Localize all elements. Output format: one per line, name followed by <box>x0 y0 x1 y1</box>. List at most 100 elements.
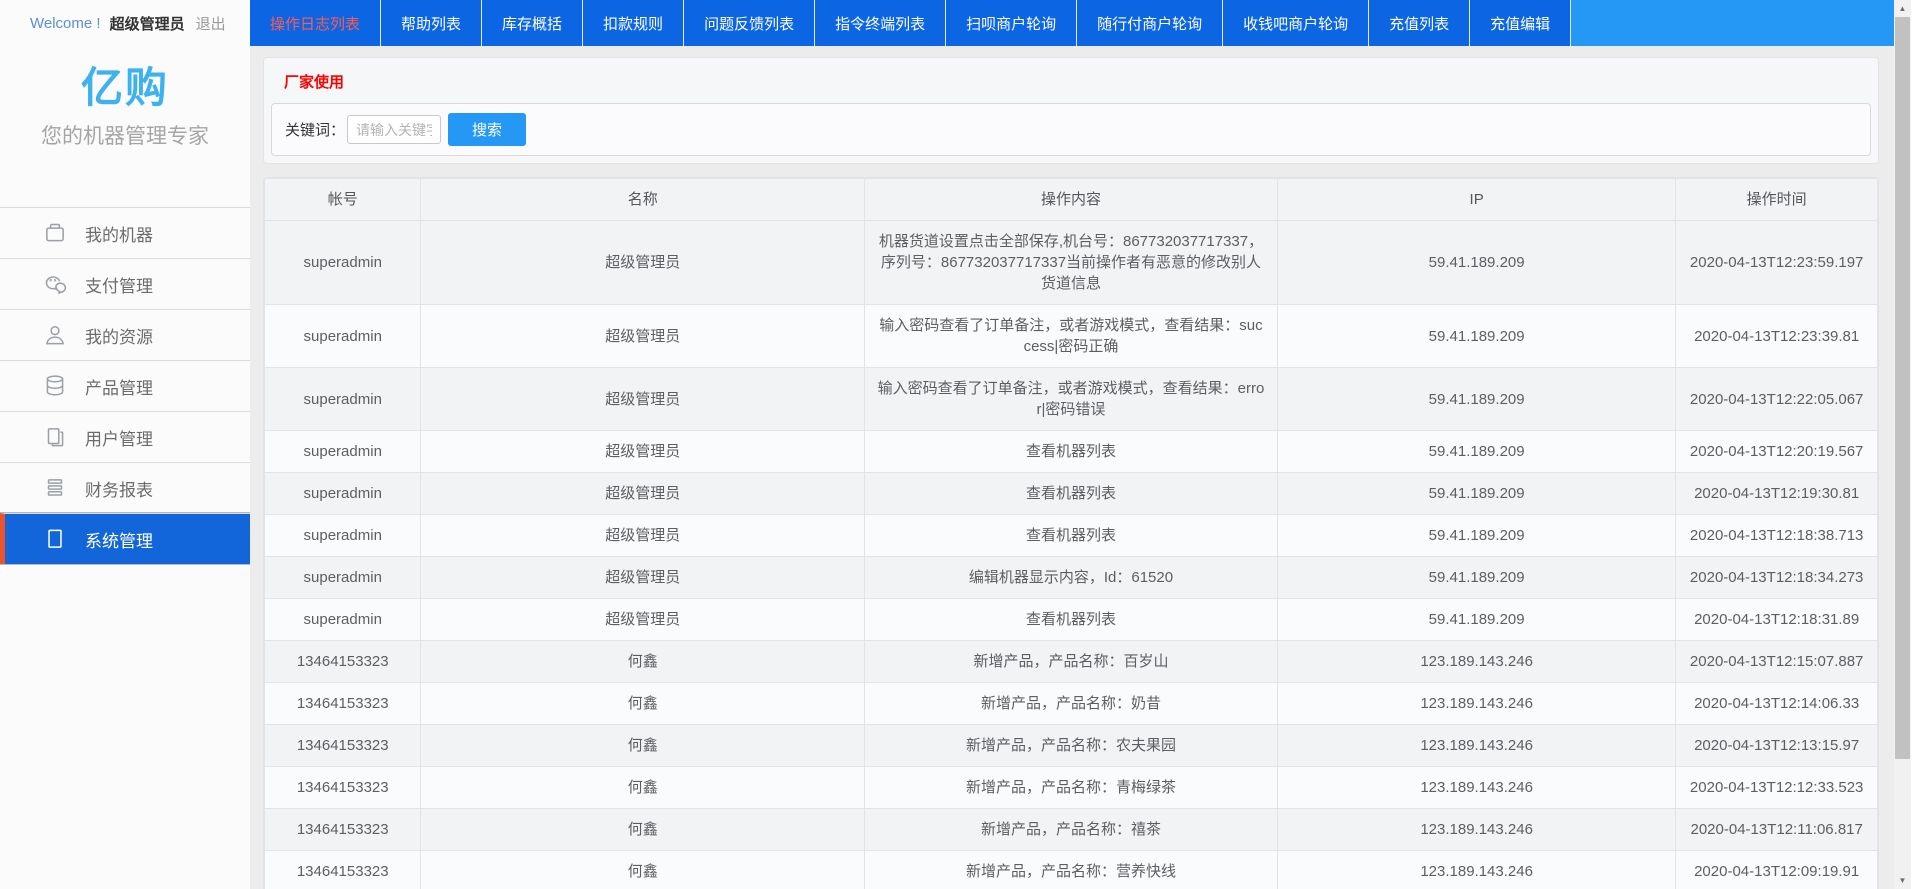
sidebar: Welcome ! 超级管理员 退出 亿购 您的机器管理专家 我的机器支付管理我… <box>0 0 250 889</box>
nav-tab-help-list[interactable]: 帮助列表 <box>381 0 482 46</box>
machine-icon <box>42 220 68 246</box>
logout-link[interactable]: 退出 <box>196 13 226 34</box>
column-header: 操作内容 <box>865 179 1278 221</box>
table-cell: 123.189.143.246 <box>1277 809 1675 851</box>
operation-log-table: 帐号名称操作内容IP操作时间 superadmin超级管理员机器货道设置点击全部… <box>264 178 1878 889</box>
keyword-input[interactable] <box>347 115 441 144</box>
sidebar-item-label: 用户管理 <box>85 425 153 450</box>
table-cell: 2020-04-13T12:13:15.97 <box>1676 725 1878 767</box>
sidebar-menu: 我的机器支付管理我的资源产品管理用户管理财务报表系统管理 <box>0 207 250 564</box>
table-cell: superadmin <box>265 557 421 599</box>
table-row: superadmin超级管理员编辑机器显示内容，Id：6152059.41.18… <box>265 557 1878 599</box>
nav-tab-operation-log-list[interactable]: 操作日志列表 <box>250 0 381 46</box>
table-header-row: 帐号名称操作内容IP操作时间 <box>265 179 1878 221</box>
table-cell: 何鑫 <box>421 851 865 889</box>
table-cell: 13464153323 <box>265 767 421 809</box>
table-cell: 123.189.143.246 <box>1277 683 1675 725</box>
table-cell: 2020-04-13T12:18:31.89 <box>1676 599 1878 641</box>
scroll-up-icon[interactable]: ▲ <box>1894 0 1911 17</box>
table-cell: 查看机器列表 <box>865 473 1278 515</box>
table-cell: 2020-04-13T12:12:33.523 <box>1676 767 1878 809</box>
column-header: IP <box>1277 179 1675 221</box>
section-title: 厂家使用 <box>271 64 1871 103</box>
table-cell: 59.41.189.209 <box>1277 557 1675 599</box>
sidebar-item-label: 支付管理 <box>85 272 153 297</box>
table-cell: 输入密码查看了订单备注，或者游戏模式，查看结果：error|密码错误 <box>865 368 1278 431</box>
table-cell: 59.41.189.209 <box>1277 515 1675 557</box>
table-cell: 何鑫 <box>421 641 865 683</box>
table-cell: 13464153323 <box>265 851 421 889</box>
sidebar-item-system-mgmt[interactable]: 系统管理 <box>0 513 250 564</box>
table-cell: superadmin <box>265 221 421 305</box>
table-cell: 2020-04-13T12:14:06.33 <box>1676 683 1878 725</box>
table-cell: superadmin <box>265 473 421 515</box>
table-cell: 新增产品，产品名称：青梅绿茶 <box>865 767 1278 809</box>
vertical-scrollbar[interactable]: ▲ ▼ <box>1894 0 1911 889</box>
table-cell: superadmin <box>265 305 421 368</box>
table-cell: 2020-04-13T12:18:34.273 <box>1676 557 1878 599</box>
log-table-panel: 帐号名称操作内容IP操作时间 superadmin超级管理员机器货道设置点击全部… <box>263 177 1879 889</box>
table-cell: 2020-04-13T12:09:19.91 <box>1676 851 1878 889</box>
table-cell: superadmin <box>265 515 421 557</box>
nav-tab-suixingfu-merchant-poll[interactable]: 随行付商户轮询 <box>1077 0 1223 46</box>
nav-tab-feedback-list[interactable]: 问题反馈列表 <box>684 0 815 46</box>
table-row: 13464153323何鑫新增产品，产品名称：青梅绿茶123.189.143.2… <box>265 767 1878 809</box>
sidebar-item-my-machines[interactable]: 我的机器 <box>0 207 250 258</box>
table-cell: 何鑫 <box>421 767 865 809</box>
table-cell: 何鑫 <box>421 725 865 767</box>
table-cell: 59.41.189.209 <box>1277 599 1675 641</box>
table-cell: 超级管理员 <box>421 599 865 641</box>
top-nav: 操作日志列表帮助列表库存概括扣款规则问题反馈列表指令终端列表扫呗商户轮询随行付商… <box>250 0 1894 46</box>
documents-icon <box>42 424 68 450</box>
sidebar-item-label: 财务报表 <box>85 476 153 501</box>
table-row: 13464153323何鑫新增产品，产品名称：禧茶123.189.143.246… <box>265 809 1878 851</box>
table-cell: 超级管理员 <box>421 557 865 599</box>
sidebar-item-my-resources[interactable]: 我的资源 <box>0 309 250 360</box>
nav-tab-command-terminal-list[interactable]: 指令终端列表 <box>815 0 946 46</box>
table-cell: 2020-04-13T12:15:07.887 <box>1676 641 1878 683</box>
nav-tab-shouqianba-merchant-poll[interactable]: 收钱吧商户轮询 <box>1223 0 1369 46</box>
main-content: 厂家使用 关键词： 搜索 帐号名称操作内容IP操作时间 superadmin超级… <box>250 46 1894 889</box>
payment-icon <box>42 271 68 297</box>
table-row: superadmin超级管理员机器货道设置点击全部保存,机台号：86773203… <box>265 221 1878 305</box>
sidebar-item-label: 产品管理 <box>85 374 153 399</box>
database-icon <box>42 373 68 399</box>
table-cell: 2020-04-13T12:20:19.567 <box>1676 431 1878 473</box>
table-cell: 超级管理员 <box>421 431 865 473</box>
table-cell: 超级管理员 <box>421 368 865 431</box>
nav-tab-deduction-rules[interactable]: 扣款规则 <box>583 0 684 46</box>
table-cell: 59.41.189.209 <box>1277 221 1675 305</box>
nav-tab-inventory-summary[interactable]: 库存概括 <box>482 0 583 46</box>
table-cell: 2020-04-13T12:23:59.197 <box>1676 221 1878 305</box>
table-cell: 13464153323 <box>265 809 421 851</box>
table-cell: 123.189.143.246 <box>1277 851 1675 889</box>
table-cell: 查看机器列表 <box>865 515 1278 557</box>
welcome-text: Welcome ! <box>30 15 101 32</box>
column-header: 帐号 <box>265 179 421 221</box>
table-cell: 123.189.143.246 <box>1277 641 1675 683</box>
report-icon <box>42 475 68 501</box>
sidebar-item-payment-mgmt[interactable]: 支付管理 <box>0 258 250 309</box>
table-row: superadmin超级管理员输入密码查看了订单备注，或者游戏模式，查看结果：e… <box>265 368 1878 431</box>
table-row: superadmin超级管理员查看机器列表59.41.189.2092020-0… <box>265 599 1878 641</box>
nav-tab-recharge-list[interactable]: 充值列表 <box>1369 0 1470 46</box>
table-cell: 何鑫 <box>421 683 865 725</box>
table-cell: 超级管理员 <box>421 515 865 557</box>
table-cell: superadmin <box>265 368 421 431</box>
table-cell: 123.189.143.246 <box>1277 767 1675 809</box>
nav-tab-recharge-edit[interactable]: 充值编辑 <box>1470 0 1571 46</box>
scroll-down-icon[interactable]: ▼ <box>1894 872 1911 889</box>
table-row: superadmin超级管理员查看机器列表59.41.189.2092020-0… <box>265 473 1878 515</box>
sidebar-item-label: 系统管理 <box>85 527 153 552</box>
nav-tab-saobei-merchant-poll[interactable]: 扫呗商户轮询 <box>946 0 1077 46</box>
table-cell: 超级管理员 <box>421 473 865 515</box>
table-cell: 何鑫 <box>421 809 865 851</box>
sidebar-item-label: 我的机器 <box>85 221 153 246</box>
scrollbar-thumb[interactable] <box>1895 17 1910 759</box>
sidebar-item-product-mgmt[interactable]: 产品管理 <box>0 360 250 411</box>
sidebar-item-user-mgmt[interactable]: 用户管理 <box>0 411 250 462</box>
search-button[interactable]: 搜索 <box>448 113 526 146</box>
sidebar-item-finance-reports[interactable]: 财务报表 <box>0 462 250 513</box>
table-cell: 新增产品，产品名称：禧茶 <box>865 809 1278 851</box>
table-cell: 2020-04-13T12:18:38.713 <box>1676 515 1878 557</box>
